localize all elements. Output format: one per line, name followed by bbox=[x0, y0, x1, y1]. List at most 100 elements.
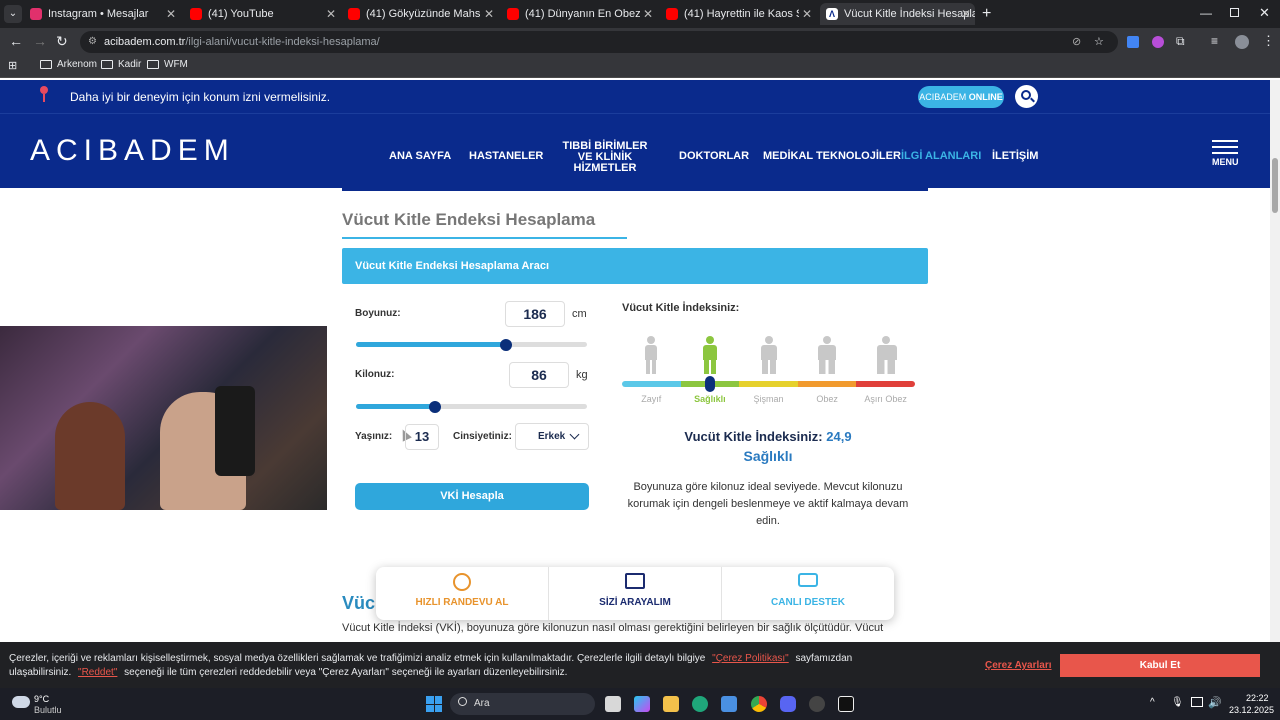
profile-avatar[interactable] bbox=[1235, 35, 1249, 49]
tab-title: (41) Gökyüzünde Mahsur Kalan bbox=[366, 8, 481, 20]
tab-bmi-active[interactable]: Λ Vücut Kitle İndeksi Hesaplama ✕ bbox=[820, 3, 975, 25]
puzzle-extensions-icon[interactable]: ⧉ bbox=[1176, 34, 1185, 49]
tool-title: Vücut Kitle Endeksi Hesaplama Aracı bbox=[355, 260, 549, 272]
search-icon[interactable] bbox=[1015, 85, 1038, 108]
tab-youtube[interactable]: (41) YouTube ✕ bbox=[190, 3, 340, 25]
taskbar-search-label: Ara bbox=[474, 698, 490, 709]
bookmark-kadir[interactable]: Kadir bbox=[101, 59, 141, 70]
url-input[interactable]: ⚙ acibadem.com.tr/ilgi-alani/vucut-kitle… bbox=[80, 31, 1118, 53]
chrome-icon[interactable] bbox=[751, 696, 767, 712]
close-tab-icon[interactable]: ✕ bbox=[961, 7, 971, 21]
bmi-category-label: Zayıf bbox=[641, 394, 662, 404]
close-tab-icon[interactable]: ✕ bbox=[166, 7, 176, 21]
acibadem-logo[interactable]: ACIBADEM bbox=[30, 134, 235, 168]
close-tab-icon[interactable]: ✕ bbox=[484, 7, 494, 21]
bookmark-star-icon[interactable]: ☆ bbox=[1094, 31, 1104, 53]
clock-date[interactable]: 23.12.2025 bbox=[1229, 705, 1274, 715]
height-slider-handle[interactable] bbox=[500, 338, 513, 351]
quick-appointment-button[interactable]: HIZLI RANDEVU AL bbox=[376, 567, 549, 620]
translate-extension-icon[interactable] bbox=[1127, 36, 1139, 48]
cookie-settings-link[interactable]: Çerez Ayarları bbox=[985, 660, 1052, 671]
bmi-scale-segment bbox=[797, 381, 857, 387]
network-icon[interactable] bbox=[1191, 697, 1203, 707]
microphone-icon[interactable]: 🎙 bbox=[1171, 697, 1184, 708]
windows-start-icon[interactable] bbox=[426, 696, 442, 712]
height-input[interactable]: 186 bbox=[505, 301, 565, 327]
result-status: Sağlıklı bbox=[743, 448, 793, 464]
store-icon[interactable] bbox=[721, 696, 737, 712]
scrollbar-thumb[interactable] bbox=[1272, 158, 1278, 213]
apps-grid-icon[interactable]: ⊞ bbox=[8, 59, 17, 72]
nav-doctors[interactable]: DOKTORLAR bbox=[679, 151, 749, 162]
show-hidden-icons[interactable]: ^ bbox=[1150, 697, 1155, 708]
task-view-icon[interactable] bbox=[605, 696, 621, 712]
callback-button[interactable]: SİZİ ARAYALIM bbox=[549, 567, 722, 620]
capcut-icon[interactable] bbox=[838, 696, 854, 712]
close-tab-icon[interactable]: ✕ bbox=[643, 7, 653, 21]
weight-slider[interactable] bbox=[356, 400, 587, 413]
cookie-accept-button[interactable]: Kabul Et bbox=[1060, 654, 1260, 677]
media-control-icon[interactable]: ≡ bbox=[1211, 34, 1218, 48]
calculate-bmi-button[interactable]: VKİ Hesapla bbox=[355, 483, 589, 510]
tab-youtube-video-2[interactable]: (41) Dünyanın En Obez Şehrine ✕ bbox=[507, 3, 657, 25]
tab-instagram[interactable]: Instagram • Mesajlar ✕ bbox=[30, 3, 180, 25]
weight-slider-handle[interactable] bbox=[428, 400, 441, 413]
close-tab-icon[interactable]: ✕ bbox=[326, 7, 336, 21]
clock-time[interactable]: 22:22 bbox=[1246, 693, 1269, 703]
online-badge-b: ONLINE bbox=[968, 92, 1003, 102]
edge-icon[interactable] bbox=[692, 696, 708, 712]
weather-widget[interactable]: 9°C Bulutlu bbox=[10, 692, 80, 716]
result-line: Vucüt Kitle İndeksiniz: 24,9 bbox=[600, 429, 936, 444]
copilot-icon[interactable] bbox=[634, 696, 650, 712]
app-icon[interactable] bbox=[809, 696, 825, 712]
nav-interest-areas[interactable]: İLGİ ALANLARI bbox=[901, 151, 981, 162]
quick-actions-bar: HIZLI RANDEVU AL SİZİ ARAYALIM CANLI DES… bbox=[376, 567, 894, 620]
cookie-banner: Çerezler, içeriği ve reklamları kişisell… bbox=[0, 642, 1280, 688]
gender-label: Cinsiyetiniz: bbox=[453, 431, 512, 442]
nav-medical-units[interactable]: TIBBİ BİRİMLER VE KLİNİK HİZMETLER bbox=[556, 141, 654, 174]
location-notice-text[interactable]: Daha iyi bir deneyim için konum izni ver… bbox=[70, 90, 330, 104]
minimize-icon[interactable]: — bbox=[1200, 6, 1212, 20]
page-scrollbar[interactable] bbox=[1270, 80, 1280, 690]
nav-contact[interactable]: İLETİŞİM bbox=[992, 151, 1038, 162]
reload-icon[interactable]: ↻ bbox=[56, 33, 68, 50]
tab-search-button[interactable]: ⌄ bbox=[4, 5, 22, 23]
forward-icon[interactable]: → bbox=[33, 33, 47, 49]
youtube-icon bbox=[348, 8, 360, 20]
gender-value: Erkek bbox=[538, 431, 566, 442]
bookmark-wfm[interactable]: WFM bbox=[147, 59, 188, 70]
new-tab-button[interactable]: + bbox=[982, 5, 991, 23]
close-tab-icon[interactable]: ✕ bbox=[802, 7, 812, 21]
file-explorer-icon[interactable] bbox=[663, 696, 679, 712]
eye-off-icon[interactable]: ⊘ bbox=[1072, 31, 1081, 53]
weight-input[interactable]: 86 bbox=[509, 362, 569, 388]
taskbar-search[interactable]: Ara bbox=[450, 693, 595, 715]
live-support-button[interactable]: CANLI DESTEK bbox=[722, 567, 894, 620]
extension-icon[interactable] bbox=[1152, 36, 1164, 48]
folder-icon bbox=[40, 60, 52, 69]
bookmark-arkenom[interactable]: Arkenom bbox=[40, 59, 97, 70]
cookie-line-1: Çerezler, içeriği ve reklamları kişisell… bbox=[9, 653, 852, 664]
height-slider[interactable] bbox=[356, 338, 587, 351]
nav-medical-tech[interactable]: MEDİKAL TEKNOLOJİLER bbox=[763, 151, 901, 162]
restore-icon[interactable] bbox=[1230, 8, 1239, 17]
browser-menu-icon[interactable]: ⋮ bbox=[1262, 33, 1275, 49]
gender-select[interactable]: Erkek bbox=[515, 423, 589, 450]
close-window-icon[interactable]: ✕ bbox=[1259, 5, 1270, 21]
age-input[interactable]: 13 bbox=[405, 424, 439, 450]
site-info-icon[interactable]: ⚙ bbox=[88, 31, 97, 53]
cookie-policy-link[interactable]: "Çerez Politikası" bbox=[712, 653, 789, 664]
discord-icon[interactable] bbox=[780, 696, 796, 712]
tab-youtube-video-3[interactable]: (41) Hayrettin ile Kaos Show - 2 ✕ bbox=[666, 3, 816, 25]
nav-hospitals[interactable]: HASTANELER bbox=[469, 151, 543, 162]
tab-title: Vücut Kitle İndeksi Hesaplama bbox=[844, 8, 975, 20]
tab-youtube-video-1[interactable]: (41) Gökyüzünde Mahsur Kalan ✕ bbox=[348, 3, 498, 25]
back-icon[interactable]: ← bbox=[9, 33, 23, 49]
cookie-reject-link[interactable]: "Reddet" bbox=[78, 667, 117, 678]
volume-icon[interactable]: 🔊 bbox=[1208, 696, 1222, 709]
acibadem-online-button[interactable]: ACIBADEM ONLINE bbox=[918, 86, 1004, 108]
hamburger-menu-button[interactable]: MENU bbox=[1212, 140, 1239, 167]
tool-header: Vücut Kitle Endeksi Hesaplama Aracı bbox=[342, 248, 928, 284]
cookie-text-2: sayfamızdan bbox=[795, 653, 853, 664]
nav-home[interactable]: ANA SAYFA bbox=[389, 151, 451, 162]
